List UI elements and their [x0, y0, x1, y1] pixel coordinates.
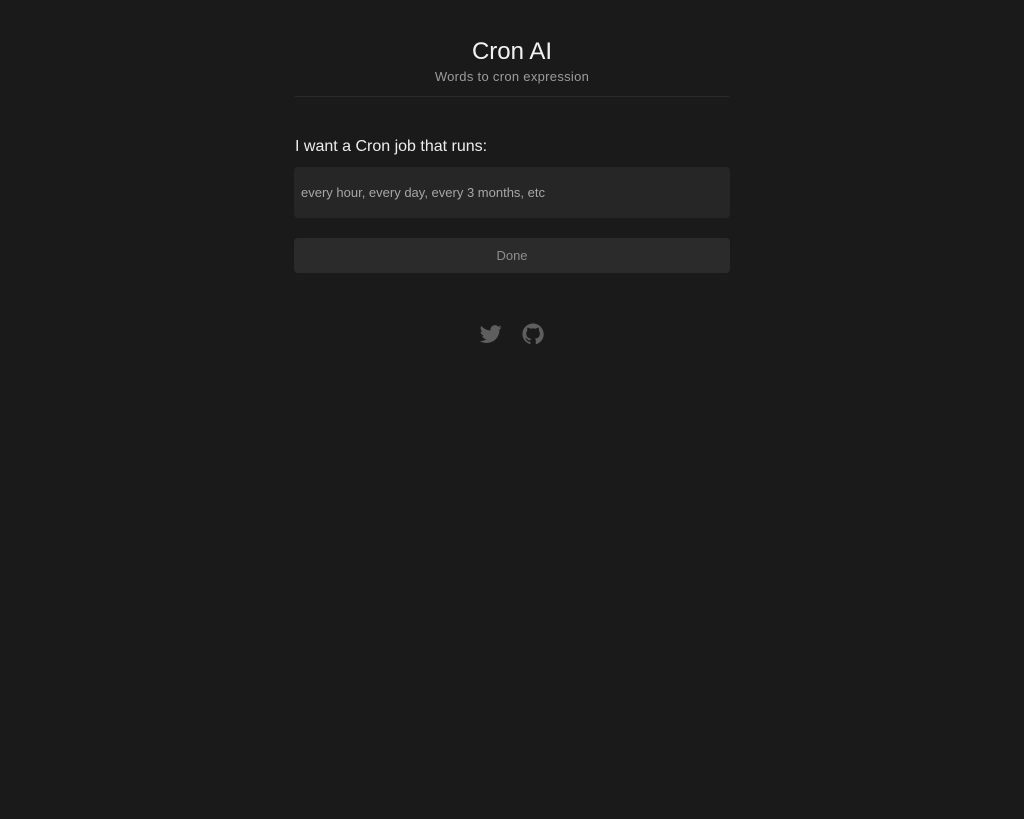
header: Cron AI Words to cron expression	[295, 36, 729, 97]
page-subtitle: Words to cron expression	[434, 69, 590, 84]
social-links	[479, 323, 544, 345]
twitter-link[interactable]	[479, 323, 502, 345]
page: Cron AI Words to cron expression I want …	[0, 0, 1024, 819]
page-title: Cron AI	[471, 38, 553, 65]
done-button[interactable]: Done	[294, 238, 730, 273]
twitter-icon	[479, 325, 502, 343]
prompt-label: I want a Cron job that runs:	[295, 138, 488, 155]
github-link[interactable]	[522, 323, 544, 345]
schedule-input[interactable]	[294, 167, 730, 218]
github-icon	[522, 323, 544, 345]
